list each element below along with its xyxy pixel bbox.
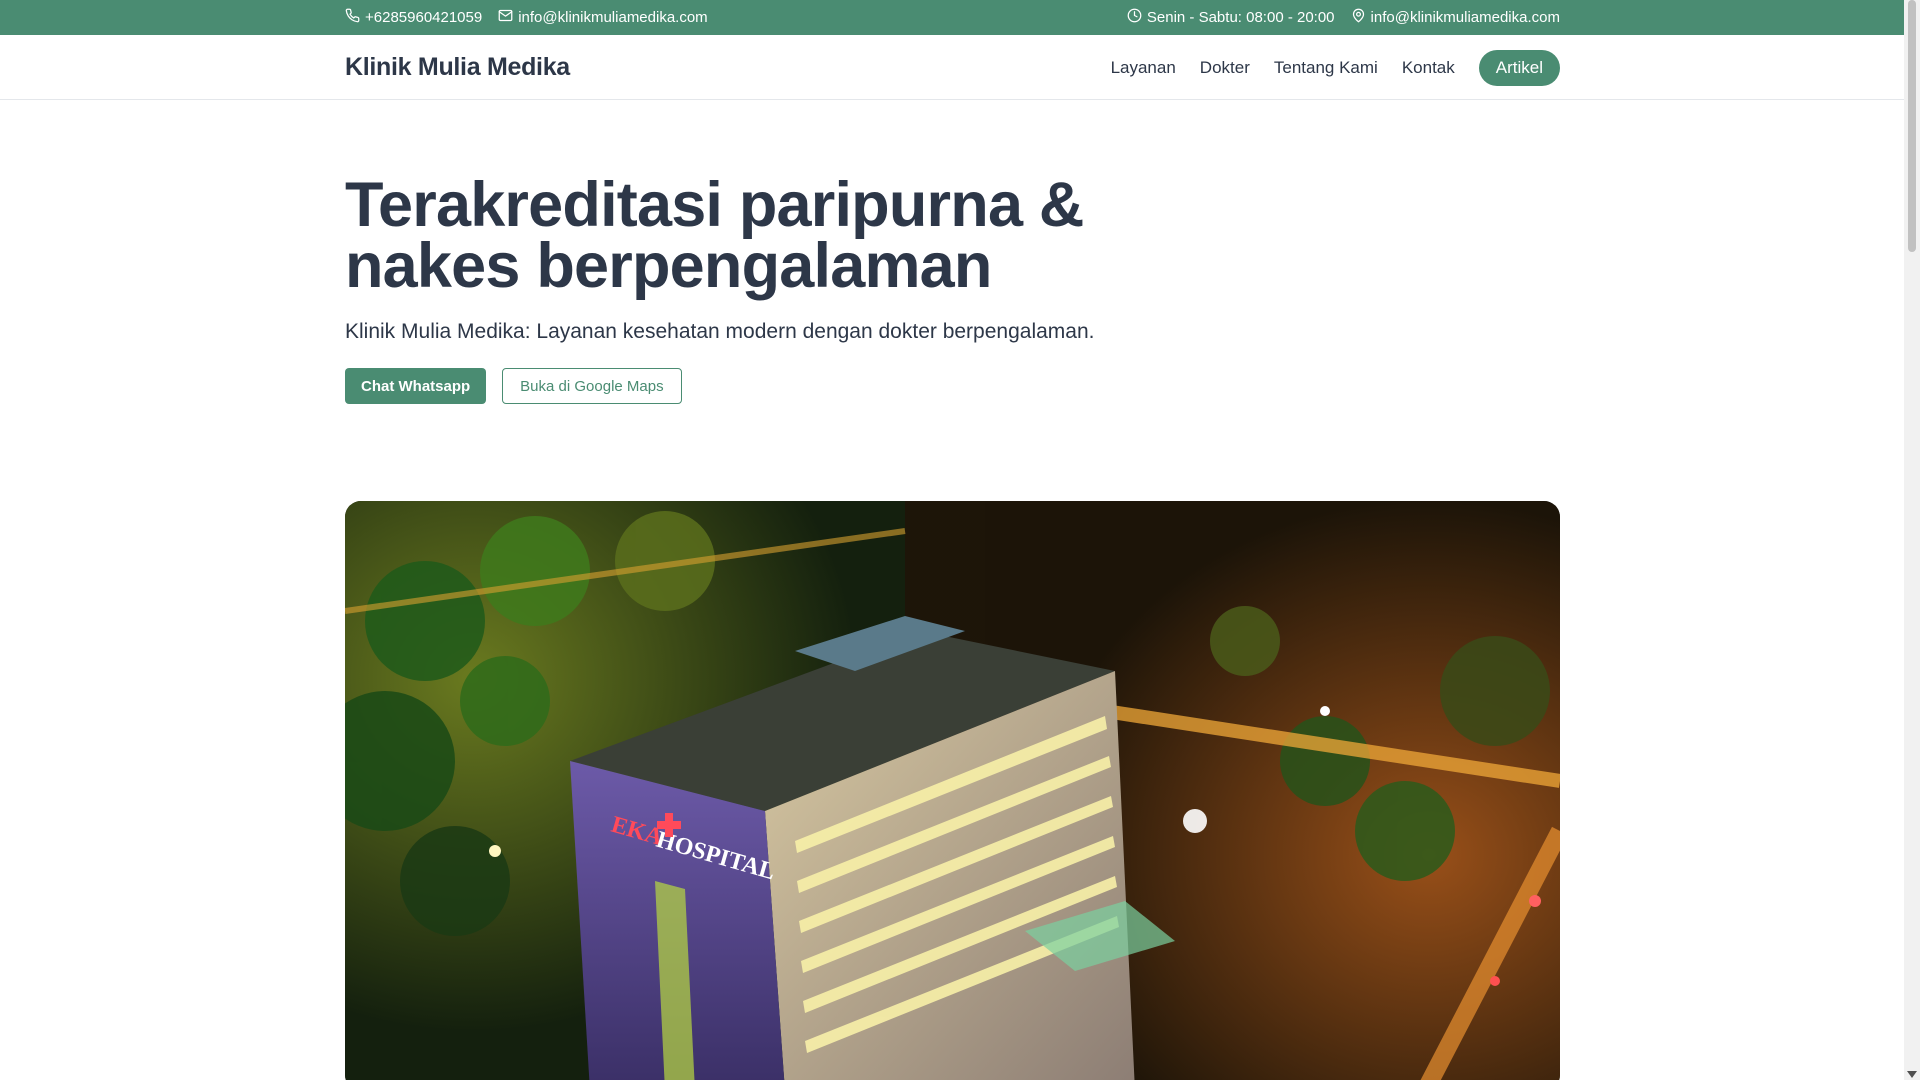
phone-number: +6285960421059 — [365, 9, 483, 26]
scroll-down-arrow-icon[interactable] — [1907, 1071, 1917, 1078]
phone-icon — [345, 8, 360, 27]
scrollbar-thumb[interactable] — [1908, 0, 1916, 252]
mail-icon — [498, 8, 513, 27]
contact-group: +6285960421059 info@klinikmuliamedika.co… — [345, 8, 708, 27]
info-group: Senin - Sabtu: 08:00 - 20:00 info@klinik… — [1127, 8, 1560, 27]
clock-icon — [1127, 8, 1142, 27]
page-scrollbar[interactable] — [1904, 0, 1920, 1080]
nav-link-layanan[interactable]: Layanan — [1111, 58, 1176, 78]
nav-menu: Layanan Dokter Tentang Kami Kontak Artik… — [1111, 49, 1560, 86]
nav-link-tentang-kami[interactable]: Tentang Kami — [1274, 58, 1378, 78]
chat-whatsapp-button[interactable]: Chat Whatsapp — [345, 368, 487, 404]
brand-logo-text[interactable]: Klinik Mulia Medika — [345, 53, 570, 82]
hero-section: Terakreditasi paripurna & nakes berpenga… — [345, 170, 1560, 404]
hero-subtitle: Klinik Mulia Medika: Layanan kesehatan m… — [345, 320, 1095, 343]
hero-title: Terakreditasi paripurna & nakes berpenga… — [345, 170, 1084, 301]
google-maps-button[interactable]: Buka di Google Maps — [502, 368, 682, 404]
location-contact[interactable]: info@klinikmuliamedika.com — [1351, 8, 1560, 27]
hospital-aerial-photo: EKA HOSPITAL — [345, 501, 1560, 1080]
nav-link-dokter[interactable]: Dokter — [1200, 58, 1250, 78]
hours-text: Senin - Sabtu: 08:00 - 20:00 — [1146, 9, 1335, 26]
opening-hours: Senin - Sabtu: 08:00 - 20:00 — [1127, 8, 1335, 27]
map-pin-icon — [1351, 8, 1366, 27]
main-navbar: Klinik Mulia Medika Layanan Dokter Tenta… — [0, 35, 1904, 100]
hero-actions: Chat Whatsapp Buka di Google Maps — [345, 368, 1560, 404]
top-info-bar: +6285960421059 info@klinikmuliamedika.co… — [0, 0, 1904, 35]
location-text: info@klinikmuliamedika.com — [1370, 9, 1560, 26]
nav-link-kontak[interactable]: Kontak — [1402, 58, 1455, 78]
email-contact[interactable]: info@klinikmuliamedika.com — [498, 8, 708, 27]
phone-contact[interactable]: +6285960421059 — [345, 8, 482, 27]
email-address: info@klinikmuliamedika.com — [518, 9, 708, 26]
artikel-button[interactable]: Artikel — [1478, 49, 1560, 86]
